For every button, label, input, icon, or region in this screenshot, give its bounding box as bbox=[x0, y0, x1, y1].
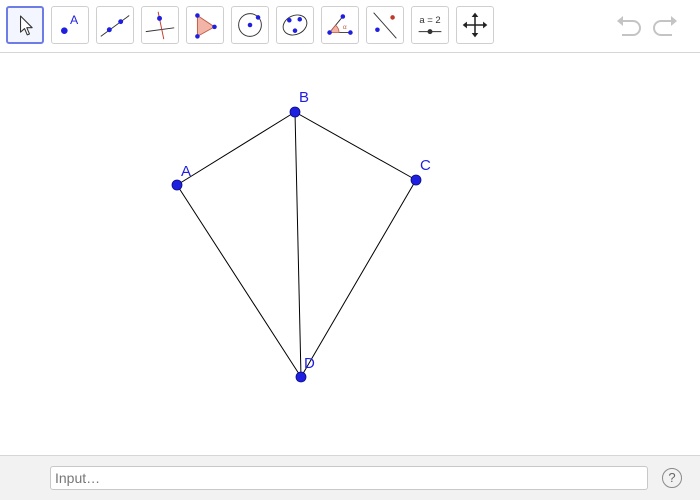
polygon-tool-button[interactable] bbox=[186, 6, 224, 44]
point-icon: A bbox=[61, 13, 79, 34]
segment-cd[interactable] bbox=[300, 179, 417, 378]
label-d: D bbox=[304, 355, 315, 372]
angle-tool-button[interactable]: α bbox=[321, 6, 359, 44]
point-labels: A B C D bbox=[181, 89, 431, 372]
label-a: A bbox=[181, 163, 191, 180]
ellipse-tool-button[interactable] bbox=[276, 6, 314, 44]
slider-icon: a = 2 bbox=[418, 15, 442, 35]
undo-button[interactable] bbox=[614, 12, 644, 40]
circle-center-point-icon bbox=[238, 13, 262, 37]
angle-icon: α bbox=[327, 14, 353, 35]
help-button[interactable]: ? bbox=[662, 468, 682, 488]
perpendicular-line-tool-button[interactable] bbox=[141, 6, 179, 44]
points bbox=[171, 106, 422, 383]
redo-icon bbox=[653, 16, 677, 36]
point-c[interactable] bbox=[410, 174, 422, 186]
segment-bc[interactable] bbox=[294, 111, 417, 181]
ellipse-icon bbox=[282, 14, 308, 36]
segments bbox=[176, 111, 417, 378]
segment-ad[interactable] bbox=[176, 184, 302, 378]
line-tool-button[interactable] bbox=[96, 6, 134, 44]
graphics-view[interactable]: A B C D bbox=[0, 53, 700, 455]
input-bar: ? bbox=[0, 455, 700, 500]
move-graphics-view-tool-button[interactable] bbox=[456, 6, 494, 44]
point-tool-letter: A bbox=[70, 13, 79, 27]
segment-bd[interactable] bbox=[294, 111, 302, 378]
circle-tool-button[interactable] bbox=[231, 6, 269, 44]
line-icon bbox=[100, 15, 130, 37]
slider-tool-button[interactable]: a = 2 bbox=[411, 6, 449, 44]
move-graphics-view-icon bbox=[462, 12, 488, 38]
point-d[interactable] bbox=[295, 371, 307, 383]
point-a[interactable] bbox=[171, 179, 183, 191]
segment-ab[interactable] bbox=[176, 111, 296, 186]
perpendicular-line-icon bbox=[145, 11, 175, 40]
undo-icon bbox=[617, 16, 641, 36]
algebra-input-field[interactable] bbox=[50, 466, 648, 490]
label-b: B bbox=[299, 89, 309, 106]
reflect-tool-button[interactable] bbox=[366, 6, 404, 44]
move-tool-button[interactable] bbox=[6, 6, 44, 44]
geometry-drawing: A B C D bbox=[171, 89, 431, 383]
polygon-icon bbox=[195, 13, 217, 39]
move-cursor-icon bbox=[19, 15, 33, 36]
help-icon: ? bbox=[668, 470, 676, 485]
reflect-icon bbox=[373, 12, 397, 39]
point-tool-button[interactable]: A bbox=[51, 6, 89, 44]
point-b[interactable] bbox=[289, 106, 301, 118]
toolbar: A α a = 2 bbox=[0, 0, 700, 53]
label-c: C bbox=[420, 157, 431, 174]
svg-text:α: α bbox=[343, 24, 347, 31]
slider-tool-label: a = 2 bbox=[419, 15, 440, 26]
redo-button[interactable] bbox=[650, 12, 680, 40]
